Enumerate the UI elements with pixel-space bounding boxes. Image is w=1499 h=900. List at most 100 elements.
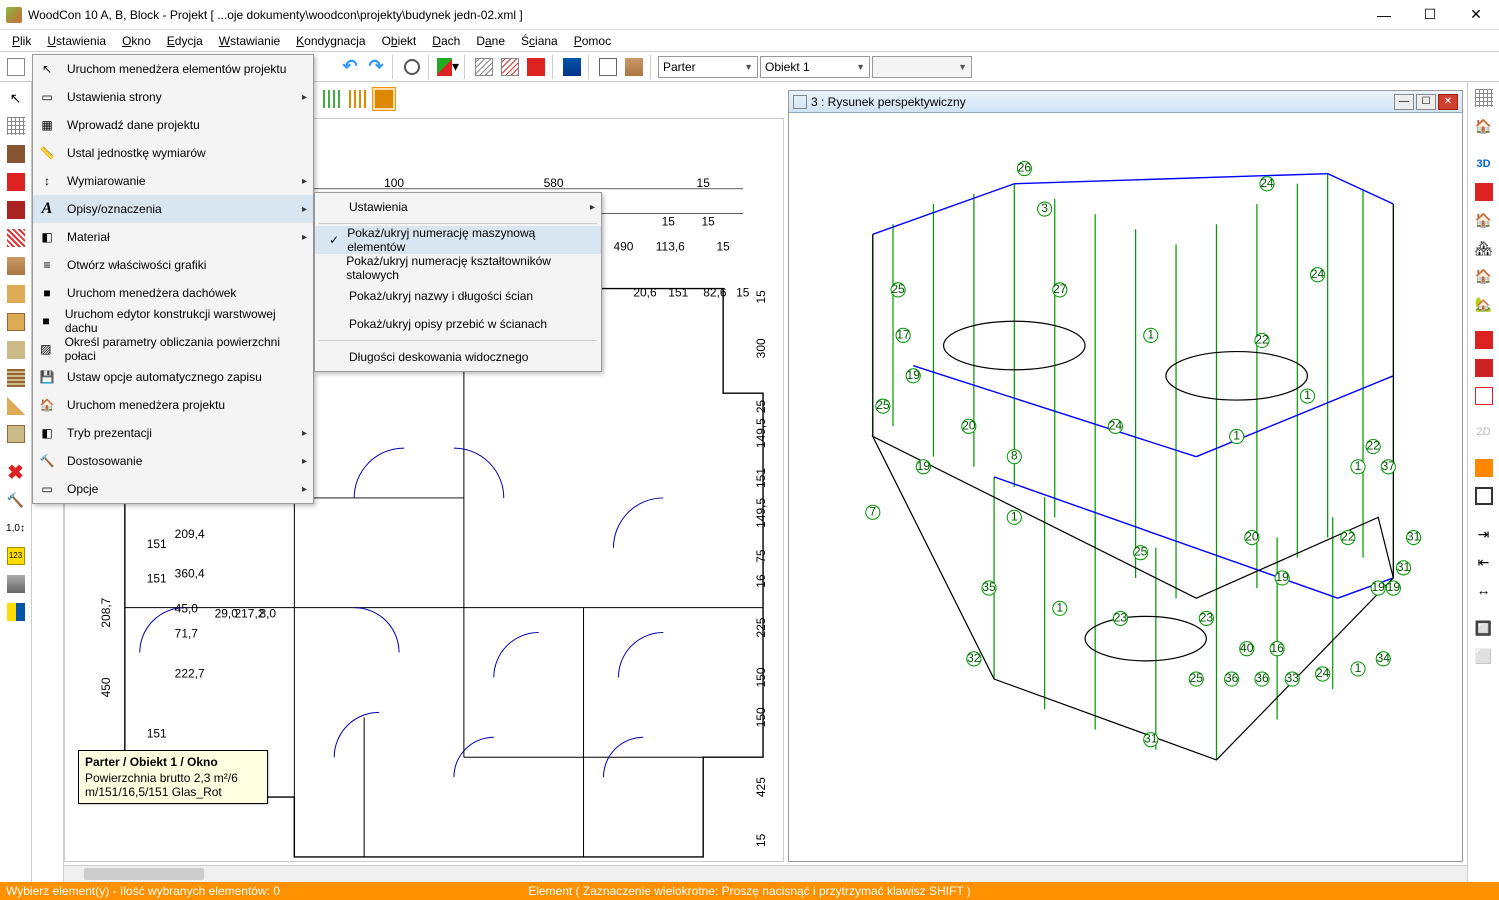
hatch3-button[interactable]: [524, 55, 548, 79]
object-combo[interactable]: Obiekt 1▼: [760, 56, 870, 78]
box-button[interactable]: [622, 55, 646, 79]
dd-item-6[interactable]: ◧Materiał: [33, 223, 313, 251]
dd-item-11[interactable]: 💾Ustaw opcje automatycznego zapisu: [33, 363, 313, 391]
pointer-button[interactable]: [596, 55, 620, 79]
minimize-button[interactable]: —: [1361, 0, 1407, 30]
scroll-thumb[interactable]: [84, 868, 204, 880]
rect-right-tool[interactable]: [1470, 483, 1498, 509]
grid-right-tool[interactable]: [1470, 85, 1498, 111]
dd-item-3[interactable]: 📏Ustal jednostkę wymiarów: [33, 139, 313, 167]
menu-edycja[interactable]: Edycja: [159, 31, 211, 51]
diag-tool[interactable]: [2, 393, 30, 419]
dd-item-1[interactable]: ▭Ustawienia strony: [33, 83, 313, 111]
cube-button[interactable]: ▾: [436, 55, 460, 79]
svg-text:450: 450: [99, 677, 113, 697]
svg-text:16: 16: [1270, 641, 1284, 655]
menu-obiekt[interactable]: Obiekt: [374, 31, 425, 51]
red-right-tool[interactable]: [1470, 179, 1498, 205]
close-button[interactable]: ✕: [1453, 0, 1499, 30]
house2-tool[interactable]: 🏘: [1470, 235, 1498, 261]
panel2-tool[interactable]: [2, 365, 30, 391]
floor-combo[interactable]: Parter▼: [658, 56, 758, 78]
wall-hatch-tool[interactable]: [2, 225, 30, 251]
door-tool[interactable]: [2, 141, 30, 167]
dd-item-2[interactable]: ▦Wprowadź dane projektu: [33, 111, 313, 139]
ruler-tool[interactable]: 123: [2, 543, 30, 569]
zoom2-tool[interactable]: ⬜: [1470, 643, 1498, 669]
sub-item-3[interactable]: Pokaż/ukryj numerację kształtowników sta…: [315, 254, 601, 282]
red2-right-tool[interactable]: [1470, 327, 1498, 353]
blank-combo[interactable]: ▼: [872, 56, 972, 78]
menu-pomoc[interactable]: Pomoc: [566, 31, 619, 51]
pane-minimize[interactable]: —: [1394, 94, 1414, 110]
panel-right-tool[interactable]: [1470, 455, 1498, 481]
menu-okno[interactable]: Okno: [114, 31, 159, 51]
sub-item-4[interactable]: Pokaż/ukryj nazwy i długości ścian: [315, 282, 601, 310]
maximize-button[interactable]: ☐: [1407, 0, 1453, 30]
menu-ustawienia[interactable]: Ustawienia: [39, 31, 114, 51]
red-tool[interactable]: [2, 169, 30, 195]
dd-item-4[interactable]: ↕Wymiarowanie: [33, 167, 313, 195]
wood-tool[interactable]: [2, 253, 30, 279]
steel-tool[interactable]: [2, 571, 30, 597]
menu-dane[interactable]: Dane: [468, 31, 513, 51]
wall-red-tool[interactable]: [2, 197, 30, 223]
sub-item-7[interactable]: Długości deskowania widocznego: [315, 343, 601, 371]
dd-item-10[interactable]: ▨Określ parametry obliczania powierzchni…: [33, 335, 313, 363]
box2-tool[interactable]: [2, 421, 30, 447]
dd-item-12[interactable]: 🏠Uruchom menedżera projektu: [33, 391, 313, 419]
arr2-tool[interactable]: ⇤: [1470, 549, 1498, 575]
delete-tool[interactable]: ✖: [2, 459, 30, 485]
sub-item-0[interactable]: Ustawienia: [315, 193, 601, 221]
dd-item-15[interactable]: ▭Opcje: [33, 475, 313, 503]
home2-tool[interactable]: 🏠: [1470, 113, 1498, 139]
mirror-tool[interactable]: [2, 599, 30, 625]
select-tool[interactable]: ↖: [2, 85, 30, 111]
house4-tool[interactable]: 🏡: [1470, 291, 1498, 317]
sub-tool-1[interactable]: [320, 87, 344, 111]
dd-item-13[interactable]: ◧Tryb prezentacji: [33, 419, 313, 447]
svg-text:20,6: 20,6: [633, 286, 657, 300]
hatch1-button[interactable]: [472, 55, 496, 79]
struct-tool[interactable]: [2, 309, 30, 335]
menu-dach[interactable]: Dach: [424, 31, 468, 51]
pane-maximize[interactable]: ☐: [1416, 94, 1436, 110]
dd-item-7[interactable]: ≡Otwórz właściwości grafiki: [33, 251, 313, 279]
menu-kondygnacja[interactable]: Kondygnacja: [288, 31, 373, 51]
svg-text:20: 20: [962, 418, 976, 432]
menu-sciana[interactable]: Ściana: [513, 31, 566, 51]
hatch2-button[interactable]: [498, 55, 522, 79]
fill-button[interactable]: [560, 55, 584, 79]
dim-tool[interactable]: 1,0↕: [2, 515, 30, 541]
sub-tool-2[interactable]: [346, 87, 370, 111]
house1-tool[interactable]: 🏠: [1470, 207, 1498, 233]
sub-item-2[interactable]: ✓Pokaż/ukryj numerację maszynową element…: [315, 226, 601, 254]
beam-tool[interactable]: [2, 281, 30, 307]
dd-item-5[interactable]: AOpisy/oznaczenia: [33, 195, 313, 223]
dd-item-8[interactable]: ■Uruchom menedżera dachówek: [33, 279, 313, 307]
panel-tool[interactable]: [2, 337, 30, 363]
target-button[interactable]: [400, 55, 424, 79]
sub-tool-3[interactable]: [372, 87, 396, 111]
3d-tool[interactable]: 3D: [1470, 151, 1498, 177]
dd-item-0[interactable]: ↖Uruchom menedżera elementów projektu: [33, 55, 313, 83]
pane-close[interactable]: ✕: [1438, 94, 1458, 110]
red3-right-tool[interactable]: [1470, 355, 1498, 381]
menu-plik[interactable]: Plik: [4, 31, 39, 51]
undo-button[interactable]: ↶: [338, 55, 362, 79]
house3-tool[interactable]: 🏠: [1470, 263, 1498, 289]
grid-tool[interactable]: [2, 113, 30, 139]
arr3-tool[interactable]: ↔: [1470, 577, 1498, 603]
redo-button[interactable]: ↷: [364, 55, 388, 79]
new-button[interactable]: [4, 55, 28, 79]
sub-item-5[interactable]: Pokaż/ukryj opisy przebić w ścianach: [315, 310, 601, 338]
menu-wstawianie[interactable]: Wstawianie: [211, 31, 288, 51]
arr1-tool[interactable]: ⇥: [1470, 521, 1498, 547]
dd-item-14[interactable]: 🔨Dostosowanie: [33, 447, 313, 475]
zoom1-tool[interactable]: 🔲: [1470, 615, 1498, 641]
workspace-hscroll[interactable]: [64, 865, 1467, 882]
hammer-tool[interactable]: 🔨: [2, 487, 30, 513]
wframe-tool[interactable]: [1470, 383, 1498, 409]
dd-item-9[interactable]: ■Uruchom edytor konstrukcji warstwowej d…: [33, 307, 313, 335]
svg-text:15: 15: [697, 176, 711, 190]
